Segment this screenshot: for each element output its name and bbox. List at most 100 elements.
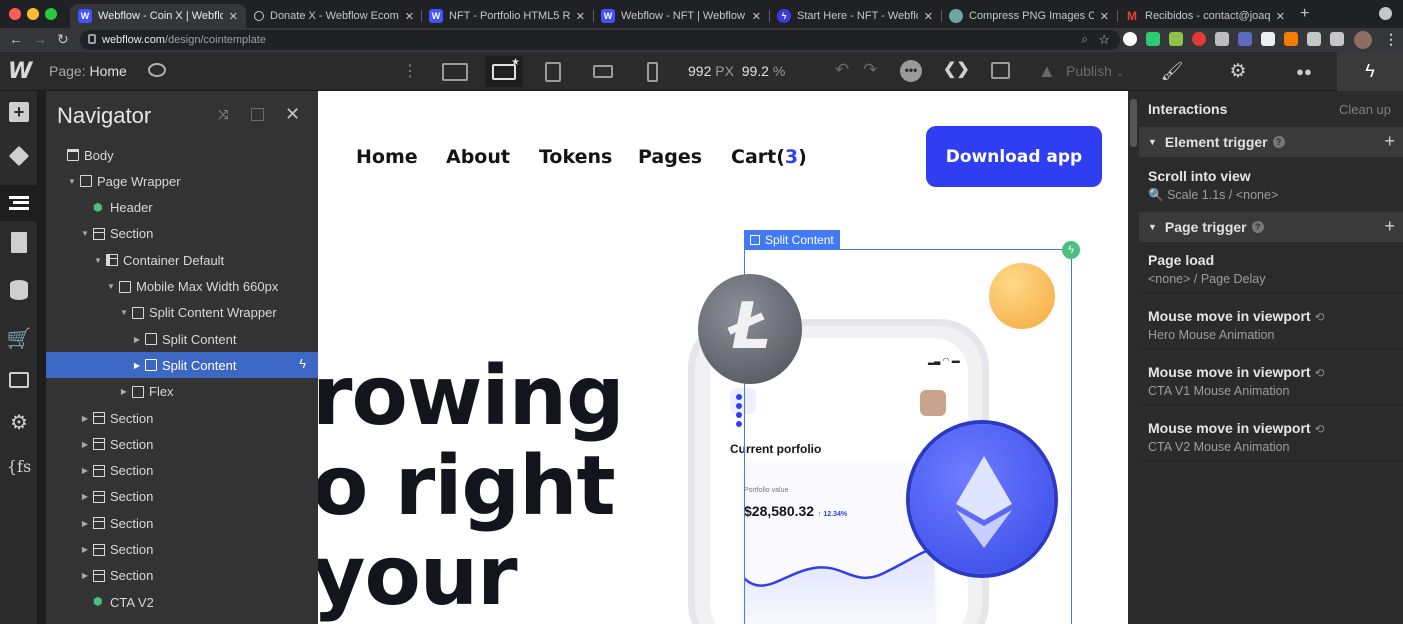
share-icon[interactable] — [991, 62, 1010, 79]
url-field[interactable]: webflow.com/design/cointemplate ⌕ ☆ — [80, 30, 1120, 50]
add-element-trigger-button[interactable]: + — [1384, 131, 1395, 152]
profile-avatar[interactable] — [1354, 31, 1372, 49]
reading-list-icon[interactable] — [1330, 32, 1344, 46]
fontface-icon[interactable] — [1261, 32, 1275, 46]
zoom-icon[interactable]: ⌕ — [1081, 32, 1088, 47]
navigator-row[interactable]: ▶ Section — [46, 563, 318, 589]
help-icon[interactable]: ? — [1251, 221, 1264, 233]
browser-tab[interactable]: M Recibidos - contact@joaquinjc ✕ — [1117, 4, 1293, 28]
navigator-row[interactable]: ▶ Section — [46, 458, 318, 484]
navigator-row[interactable]: ⬢ CTA V2 — [46, 589, 318, 615]
camera-icon[interactable] — [1215, 32, 1229, 46]
caret-expanded-icon[interactable]: ▼ — [67, 177, 77, 186]
breakpoint-large-desktop[interactable] — [436, 56, 474, 87]
pages-icon[interactable] — [6, 229, 32, 255]
caret-collapsed-icon[interactable]: ▶ — [80, 571, 90, 580]
navigator-row[interactable]: ▼ Section — [46, 221, 318, 247]
close-tab-icon[interactable]: ✕ — [1100, 10, 1109, 23]
close-tab-icon[interactable]: ✕ — [924, 10, 933, 23]
caret-expanded-icon[interactable]: ▼ — [119, 308, 129, 317]
reload-icon[interactable]: ↻ — [57, 31, 69, 48]
close-tab-icon[interactable]: ✕ — [576, 10, 585, 23]
selection-label[interactable]: Split Content — [744, 230, 840, 250]
nav-link-cart[interactable]: Cart(3) — [731, 146, 807, 168]
navigator-row[interactable]: ▶ Split Content — [46, 326, 318, 352]
caret-collapsed-icon[interactable]: ▶ — [80, 519, 90, 528]
close-tab-icon[interactable]: ✕ — [405, 10, 414, 23]
adblock-icon[interactable] — [1192, 32, 1206, 46]
code-export-icon[interactable]: ❮❯ — [943, 59, 970, 79]
navigator-row[interactable]: ▶ Section — [46, 431, 318, 457]
caret-collapsed-icon[interactable]: ▶ — [80, 414, 90, 423]
close-tab-icon[interactable]: ✕ — [1276, 10, 1285, 23]
browser-tab[interactable]: Compress PNG Images Online ✕ — [941, 4, 1117, 28]
close-tab-icon[interactable]: ✕ — [752, 10, 761, 23]
extension-icon[interactable] — [1169, 32, 1183, 46]
settings-gear-icon[interactable]: ⚙ — [1205, 52, 1271, 91]
finsweet-attributes-icon[interactable]: {fs — [6, 453, 32, 479]
redo-icon[interactable]: ↷ — [863, 60, 877, 80]
interaction-item[interactable]: Scroll into view 🔍 Scale 1.1s / <none> — [1139, 162, 1403, 209]
download-app-button[interactable]: Download app — [926, 126, 1102, 187]
add-page-trigger-button[interactable]: + — [1384, 216, 1395, 237]
new-tab-button[interactable]: + — [1300, 5, 1309, 23]
close-icon[interactable]: ✕ — [285, 104, 300, 125]
navigator-row[interactable]: ▶ Section — [46, 510, 318, 536]
interactions-bolt-icon[interactable]: ϟ — [1337, 52, 1403, 91]
forward-icon[interactable]: → — [33, 31, 47, 47]
browser-tab[interactable]: W Webflow - NFT | Webflow Ecor ✕ — [593, 4, 769, 28]
bookmark-star-icon[interactable]: ☆ — [1098, 32, 1110, 48]
undo-icon[interactable]: ↶ — [835, 60, 849, 80]
extension-icon[interactable] — [1123, 32, 1137, 46]
page-trigger-header[interactable]: ▼ Page trigger ? + — [1139, 212, 1403, 242]
design-canvas[interactable]: Home About Tokens Pages Cart(3) Download… — [318, 91, 1128, 624]
zoom-window-button[interactable] — [45, 8, 57, 20]
clean-up-button[interactable]: Clean up — [1339, 102, 1391, 117]
back-icon[interactable]: ← — [9, 31, 23, 47]
symbols-icon[interactable] — [6, 143, 32, 169]
nav-link-home[interactable]: Home — [356, 146, 418, 168]
interaction-bolt-icon[interactable]: ϟ — [1062, 241, 1080, 259]
caret-collapsed-icon[interactable]: ▶ — [80, 440, 90, 449]
interaction-item[interactable]: Mouse move in viewport ⟲ CTA V1 Mouse An… — [1139, 358, 1403, 405]
caret-collapsed-icon[interactable]: ▶ — [80, 492, 90, 501]
navigator-row[interactable]: ⬢ Header — [46, 195, 318, 221]
browser-tab[interactable]: Donate X - Webflow Ecommerc ✕ — [246, 4, 422, 28]
nav-link-about[interactable]: About — [446, 146, 510, 168]
browser-tab[interactable]: W Webflow - Coin X | Webflow Ec ✕ — [70, 4, 246, 28]
canvas-scrollbar[interactable] — [1128, 91, 1139, 624]
interaction-item[interactable]: Page load <none> / Page Delay — [1139, 246, 1403, 293]
nav-link-pages[interactable]: Pages — [638, 146, 702, 168]
caret-expanded-icon[interactable]: ▼ — [80, 229, 90, 238]
browser-tab[interactable]: ϟ Start Here - NFT - Webflow Ed ✕ — [769, 4, 941, 28]
breakpoint-tablet[interactable] — [534, 56, 572, 87]
navigator-row[interactable]: ▶ Section — [46, 537, 318, 563]
navigator-icon[interactable] — [0, 185, 38, 221]
scrollbar-thumb[interactable] — [1130, 99, 1137, 147]
more-options-icon[interactable]: ••• — [900, 60, 922, 82]
caret-expanded-icon[interactable]: ▼ — [106, 282, 116, 291]
add-elements-icon[interactable]: + — [6, 99, 32, 125]
navigator-row[interactable]: ▼ Container Default — [46, 247, 318, 273]
ecommerce-cart-icon[interactable]: 🛒 — [6, 325, 32, 351]
extension-icon[interactable] — [1238, 32, 1252, 46]
style-manager-drops-icon[interactable]: ●● — [1271, 52, 1337, 91]
element-trigger-header[interactable]: ▼ Element trigger ? + — [1139, 127, 1403, 157]
help-icon[interactable]: ? — [1272, 136, 1285, 148]
tab-search-icon[interactable] — [1379, 7, 1392, 20]
interaction-item[interactable]: Mouse move in viewport ⟲ Hero Mouse Anim… — [1139, 302, 1403, 349]
close-window-button[interactable] — [9, 8, 21, 20]
navigator-row[interactable]: ▶ Flex — [46, 379, 318, 405]
collapse-all-icon[interactable]: ⤨ — [218, 107, 228, 123]
navigator-row[interactable]: ▼ Page Wrapper — [46, 168, 318, 194]
breakpoint-mobile-landscape[interactable] — [584, 56, 622, 87]
publish-button[interactable]: Publish ⌄ — [1066, 63, 1124, 79]
caret-collapsed-icon[interactable]: ▶ — [119, 387, 129, 396]
breakpoint-mobile-portrait[interactable] — [633, 56, 671, 87]
minimize-window-button[interactable] — [27, 8, 39, 20]
caret-collapsed-icon[interactable]: ▶ — [80, 466, 90, 475]
style-brush-icon[interactable]: 🖌 — [1139, 52, 1205, 91]
cms-database-icon[interactable] — [6, 277, 32, 303]
webflow-logo[interactable]: W — [8, 59, 32, 84]
metamask-icon[interactable] — [1284, 32, 1298, 46]
